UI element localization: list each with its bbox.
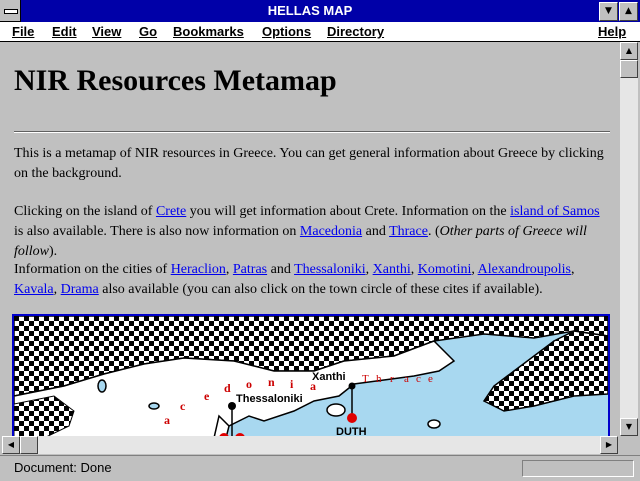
arrow-down-icon[interactable]: ▼ — [620, 418, 638, 436]
xanthi-label[interactable]: Xanthi — [312, 371, 346, 383]
text-span: Clicking on the island of — [14, 204, 156, 219]
thrace-letter: r — [390, 373, 394, 385]
macedonia-letter: o — [246, 377, 252, 391]
menu-directory[interactable]: Directory — [327, 24, 384, 39]
lake-islet — [97, 379, 107, 393]
vertical-scrollbar[interactable]: ▲ ▼ — [620, 42, 638, 436]
vertical-scroll-track[interactable] — [620, 60, 638, 418]
text-span: you will get information about Crete. In… — [186, 204, 511, 219]
text-span: . ( — [427, 224, 440, 239]
thrace-letter: e — [428, 373, 433, 385]
macedonia-letter: n — [268, 375, 275, 389]
menu-bar: File Edit View Go Bookmarks Options Dire… — [0, 22, 640, 42]
text-span: Information on the cities of — [14, 262, 171, 277]
macedonia-letter: e — [204, 389, 210, 403]
horizontal-scrollbar[interactable]: ◀ ▶ — [2, 436, 618, 454]
status-text: Document: Done — [14, 460, 112, 475]
macedonia-letter: c — [180, 399, 186, 413]
duth-marker[interactable] — [347, 413, 357, 423]
menu-options[interactable]: Options — [262, 24, 311, 39]
lake-islet — [148, 402, 160, 410]
thessaloniki-label[interactable]: Thessaloniki — [236, 393, 303, 405]
maximize-icon[interactable]: ▲ — [619, 2, 638, 21]
menu-edit[interactable]: Edit — [52, 24, 77, 39]
text-span: is also available. There is also now inf… — [14, 224, 300, 239]
browser-window: HELLAS MAP ▼ ▲ File Edit View Go Bookmar… — [0, 0, 640, 481]
link-kavala[interactable]: Kavala — [14, 282, 54, 297]
document-view: NIR Resources Metamap This is a metamap … — [2, 42, 618, 436]
thrace-letter: c — [416, 373, 421, 385]
menu-view[interactable]: View — [92, 24, 121, 39]
menu-bookmarks[interactable]: Bookmarks — [173, 24, 244, 39]
text-span: and — [267, 262, 295, 277]
arrow-right-icon[interactable]: ▶ — [600, 436, 618, 454]
system-menu-icon[interactable] — [0, 0, 21, 22]
arrow-up-icon[interactable]: ▲ — [620, 42, 638, 60]
text-span: also available (you can also click on th… — [98, 282, 543, 297]
intro-paragraph: This is a metamap of NIR resources in Gr… — [14, 146, 604, 181]
link-thessaloniki[interactable]: Thessaloniki — [294, 262, 366, 277]
horizontal-scroll-thumb[interactable] — [20, 436, 38, 454]
link-heraclion[interactable]: Heraclion — [171, 262, 226, 277]
link-xanthi[interactable]: Xanthi — [373, 262, 411, 277]
macedonia-letter: d — [224, 381, 231, 395]
text-span: , — [365, 262, 373, 277]
greece-image-map[interactable]: a c e d o n i a T h r a c e Thessaloniki… — [12, 314, 610, 436]
link-thrace[interactable]: Thrace — [389, 224, 428, 239]
window-title: HELLAS MAP — [267, 3, 353, 18]
link-patras[interactable]: Patras — [233, 262, 267, 277]
map-graphic[interactable]: a c e d o n i a T h r a c e Thessaloniki… — [14, 316, 608, 436]
text-span: , — [53, 282, 61, 297]
minimize-icon[interactable]: ▼ — [599, 2, 618, 21]
menu-go[interactable]: Go — [139, 24, 157, 39]
menu-file[interactable]: File — [12, 24, 34, 39]
link-komotini[interactable]: Komotini — [418, 262, 472, 277]
text-span: and — [362, 224, 390, 239]
thrace-letter: a — [404, 373, 409, 385]
link-alexandroupolis[interactable]: Alexandroupolis — [478, 262, 571, 277]
page-title: NIR Resources Metamap — [14, 64, 337, 97]
text-span: , — [410, 262, 418, 277]
samothrace-island[interactable] — [427, 419, 441, 429]
menu-help[interactable]: Help — [598, 24, 626, 39]
thrace-letter: T — [362, 373, 369, 385]
title-bar[interactable]: HELLAS MAP ▼ ▲ — [0, 0, 640, 22]
thrace-letter: h — [376, 373, 382, 385]
cities-paragraph: Information on the cities of Heraclion, … — [14, 260, 610, 300]
arrow-left-icon[interactable]: ◀ — [2, 436, 20, 454]
link-crete[interactable]: Crete — [156, 204, 186, 219]
horizontal-rule — [14, 131, 610, 133]
link-drama[interactable]: Drama — [61, 282, 99, 297]
text-span: , — [225, 262, 233, 277]
text-span: , — [570, 262, 575, 277]
duth-label[interactable]: DUTH — [336, 426, 367, 436]
macedonia-letter: a — [164, 413, 170, 427]
text-span: ). — [49, 244, 58, 259]
islands-paragraph: Clicking on the island of Crete you will… — [14, 202, 610, 262]
status-bar: Document: Done — [0, 455, 640, 481]
scrollbar-corner — [620, 436, 638, 454]
link-macedonia[interactable]: Macedonia — [300, 224, 362, 239]
thasos-island[interactable] — [326, 403, 346, 417]
vertical-scroll-thumb[interactable] — [620, 60, 638, 78]
link-island-of-samos[interactable]: island of Samos — [510, 204, 599, 219]
progress-indicator — [522, 460, 634, 477]
